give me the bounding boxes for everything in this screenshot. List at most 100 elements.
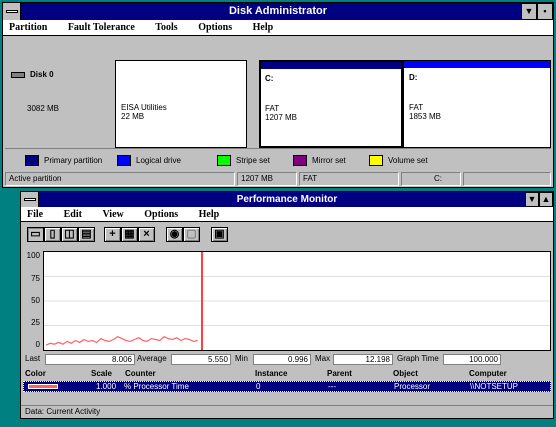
counter-color-swatch [28,384,58,389]
maximize-icon[interactable]: ▲ [539,192,553,207]
status-fs: FAT [299,172,399,186]
legend-stripe: Stripe set [217,155,270,166]
disk-admin-menubar: Partition Fault Tolerance Tools Options … [3,20,553,36]
disk-area: Disk 0 3082 MB EISA Utilities 22 MB C: F… [5,40,551,148]
stripe-swatch [217,155,231,166]
chart-view-icon[interactable]: ▭ [27,227,44,242]
options-icon[interactable]: ▣ [211,227,228,242]
report-view-icon[interactable]: ▤ [78,227,95,242]
partition-type-bar [404,61,550,68]
legend-mirror: Mirror set [293,155,346,166]
status-extra [463,172,551,186]
disk-admin-titlebar[interactable]: Disk Administrator ▼ • [3,3,553,20]
col-instance: Instance [255,369,288,378]
log-view-icon[interactable]: ◫ [61,227,78,242]
primary-swatch [25,155,39,166]
col-parent: Parent [327,369,352,378]
status-size: 1207 MB [237,172,297,186]
partition-fs: EISA Utilities [121,103,167,112]
disk-size: 3082 MB [27,104,60,113]
partition-fs: FAT [409,103,424,112]
close-icon[interactable]: • [537,3,553,20]
bookmark-icon[interactable]: ▢ [183,227,200,242]
partition-letter: C: [265,74,274,83]
counter-object: Processor [394,382,431,391]
legend: Primary partition Logical drive Stripe s… [5,148,551,170]
alert-view-icon[interactable]: ▯ [44,227,61,242]
add-counter-icon[interactable]: + [104,227,121,242]
legend-label: Volume set [388,156,428,165]
menu-edit[interactable]: Edit [64,209,82,220]
partition-size: 1853 MB [409,112,442,121]
disk-name: Disk 0 [30,70,54,79]
mirror-swatch [293,155,307,166]
y-tick-label: 100 [26,251,40,260]
stats-row: Last 8.006 Average 5.550 Min 0.996 Max 1… [21,354,553,366]
last-value: 8.006 [45,354,135,365]
legend-primary: Primary partition [25,155,102,166]
legend-header: Color Scale Counter Instance Parent Obje… [21,369,553,380]
perf-titlebar[interactable]: Performance Monitor ▼ ▲ [21,192,553,207]
legend-volume: Volume set [369,155,428,166]
volume-swatch [369,155,383,166]
legend-label: Primary partition [44,156,103,165]
logical-swatch [117,155,131,166]
last-label: Last [25,354,41,363]
delete-counter-icon[interactable]: × [138,227,155,242]
perf-toolbar: ▭ ▯ ◫ ▤ + ▦ × ◉ ▢ ▣ [21,224,553,246]
menu-help[interactable]: Help [199,209,220,220]
col-scale: Scale [91,369,112,378]
partition-d[interactable]: D: FAT 1853 MB [403,60,551,148]
menu-fault-tolerance[interactable]: Fault Tolerance [68,22,135,33]
counter-instance: 0 [256,382,261,391]
processor-time-line [45,335,198,346]
min-value: 0.996 [253,354,311,365]
menu-view[interactable]: View [102,209,123,220]
partition-letter: D: [409,73,418,82]
status-drive: C: [401,172,461,186]
y-tick-label: 50 [31,296,40,305]
menu-options[interactable]: Options [144,209,178,220]
update-now-icon[interactable]: ◉ [166,227,183,242]
graph-time-label: Graph Time [397,354,439,363]
perf-menubar: File Edit View Options Help [21,207,553,222]
col-object: Object [393,369,418,378]
col-counter: Counter [125,369,156,378]
disk-label-row: Disk 0 [11,70,54,79]
partition-size: 22 MB [121,112,145,121]
y-tick-label: 75 [31,274,40,283]
menu-options[interactable]: Options [198,22,232,33]
processor-time-chart [44,252,550,350]
perf-title: Performance Monitor [236,194,338,205]
partition-size: 1207 MB [265,113,298,122]
y-tick-label: 25 [31,318,40,327]
min-label: Min [235,354,248,363]
partition-c[interactable]: C: FAT 1207 MB [259,60,403,148]
system-menu-icon[interactable] [21,192,39,207]
menu-file[interactable]: File [27,209,43,220]
y-axis: 100 75 50 25 0 [21,251,41,351]
counter-parent: --- [328,382,336,391]
menu-tools[interactable]: Tools [155,22,177,33]
disk-admin-title: Disk Administrator [228,5,327,17]
disk-status-bar: Active partition 1207 MB FAT C: [5,172,551,186]
legend-label: Stripe set [236,156,270,165]
minimize-icon[interactable]: ▼ [521,3,537,20]
system-menu-icon[interactable] [3,3,21,20]
y-tick-label: 0 [35,340,40,349]
legend-label: Logical drive [136,156,181,165]
menu-help[interactable]: Help [253,22,274,33]
col-color: Color [25,369,46,378]
counter-computer: \\NOTSETUP [470,382,519,391]
disk-administrator-window: Disk Administrator ▼ • Partition Fault T… [2,2,554,188]
menu-partition[interactable]: Partition [9,22,47,33]
minimize-icon[interactable]: ▼ [525,192,539,207]
partition-eisa[interactable]: EISA Utilities 22 MB [115,60,247,148]
max-label: Max [315,354,331,363]
partition-fs: FAT [265,104,280,113]
counter-row[interactable]: 1.000 % Processor Time 0 --- Processor \… [23,381,551,392]
average-value: 5.550 [171,354,231,365]
edit-counter-icon[interactable]: ▦ [121,227,138,242]
status-type: Active partition [5,172,235,186]
col-computer: Computer [469,369,507,378]
